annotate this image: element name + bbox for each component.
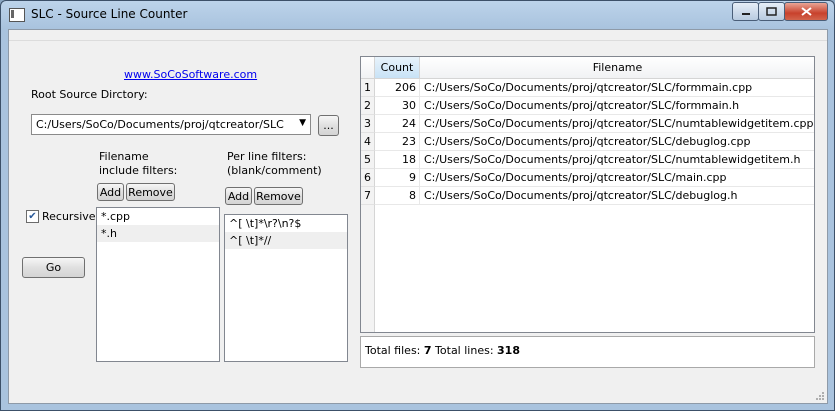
- line-add-button[interactable]: Add: [225, 187, 252, 205]
- row-header-area: [361, 205, 375, 332]
- minimize-icon: [741, 12, 750, 15]
- column-header-count[interactable]: Count: [375, 57, 420, 79]
- line-filters-label-2: (blank/comment): [227, 164, 322, 177]
- count-cell[interactable]: 8: [375, 187, 420, 205]
- row-header[interactable]: 1: [361, 79, 375, 97]
- recursive-checkbox[interactable]: ✔: [26, 210, 39, 223]
- maximize-icon: [766, 7, 777, 16]
- root-dir-label: Root Source Dirctory:: [31, 88, 148, 101]
- row-header[interactable]: 7: [361, 187, 375, 205]
- client-area: www.SoCoSoftware.com Root Source Dirctor…: [8, 29, 828, 404]
- filename-filters-label-2: include filters:: [99, 164, 178, 177]
- root-dir-combobox[interactable]: C:/Users/SoCo/Documents/proj/qtcreator/S…: [31, 114, 311, 135]
- close-icon: [800, 7, 812, 16]
- count-cell[interactable]: 9: [375, 169, 420, 187]
- results-table-header: Count Filename: [361, 57, 814, 79]
- resize-grip-icon[interactable]: [815, 391, 825, 401]
- filename-add-button[interactable]: Add: [97, 183, 124, 201]
- minimize-button[interactable]: [732, 2, 759, 21]
- list-item[interactable]: *.cpp: [97, 208, 219, 225]
- app-window-icon: [9, 8, 25, 22]
- checkmark-icon: ✔: [28, 211, 37, 222]
- maximize-button[interactable]: [758, 2, 785, 21]
- line-filters-label-1: Per line filters:: [227, 150, 307, 163]
- browse-button[interactable]: ...: [318, 115, 339, 136]
- list-item[interactable]: ^[ \t]*//: [225, 232, 347, 249]
- recursive-label: Recursive: [42, 210, 96, 223]
- line-remove-button[interactable]: Remove: [254, 187, 303, 205]
- total-files-value: 7: [423, 344, 432, 357]
- count-cell[interactable]: 24: [375, 115, 420, 133]
- filename-remove-button[interactable]: Remove: [126, 183, 175, 201]
- close-button[interactable]: [784, 2, 828, 21]
- app-window: SLC - Source Line Counter www.SoCoSoftwa…: [0, 0, 835, 411]
- summary-box: Total files: 7 Total lines: 318: [360, 336, 815, 368]
- filename-filters-list[interactable]: *.cpp *.h: [96, 207, 220, 362]
- chevron-down-icon: ▼: [299, 118, 306, 128]
- row-header[interactable]: 3: [361, 115, 375, 133]
- count-cell[interactable]: 23: [375, 133, 420, 151]
- row-header[interactable]: 5: [361, 151, 375, 169]
- summary-text: Total files: 7 Total lines: 318: [365, 344, 520, 357]
- filename-cell[interactable]: C:/Users/SoCo/Documents/proj/qtcreator/S…: [420, 151, 814, 169]
- count-cell[interactable]: 30: [375, 97, 420, 115]
- total-lines-value: 318: [497, 344, 520, 357]
- total-lines-label: Total lines:: [435, 344, 494, 357]
- go-button[interactable]: Go: [22, 257, 85, 278]
- website-link[interactable]: www.SoCoSoftware.com: [124, 68, 257, 81]
- title-bar[interactable]: SLC - Source Line Counter: [1, 1, 834, 29]
- window-title: SLC - Source Line Counter: [31, 7, 188, 21]
- count-cell[interactable]: 18: [375, 151, 420, 169]
- list-item[interactable]: ^[ \t]*\r?\n?$: [225, 215, 347, 232]
- total-files-label: Total files:: [365, 344, 421, 357]
- results-table[interactable]: Count Filename 1 206 C:/Users/SoCo/Docum…: [360, 56, 815, 333]
- filename-filters-label-1: Filename: [99, 150, 149, 163]
- line-filters-list[interactable]: ^[ \t]*\r?\n?$ ^[ \t]*//: [224, 214, 348, 362]
- menu-bar: [9, 30, 827, 41]
- row-header[interactable]: 6: [361, 169, 375, 187]
- column-header-filename[interactable]: Filename: [420, 57, 814, 79]
- filename-cell[interactable]: C:/Users/SoCo/Documents/proj/qtcreator/S…: [420, 187, 814, 205]
- filename-cell[interactable]: C:/Users/SoCo/Documents/proj/qtcreator/S…: [420, 97, 814, 115]
- list-item[interactable]: *.h: [97, 225, 219, 242]
- filename-cell[interactable]: C:/Users/SoCo/Documents/proj/qtcreator/S…: [420, 115, 814, 133]
- count-cell[interactable]: 206: [375, 79, 420, 97]
- row-header[interactable]: 2: [361, 97, 375, 115]
- window-controls: [732, 2, 828, 21]
- filename-cell[interactable]: C:/Users/SoCo/Documents/proj/qtcreator/S…: [420, 169, 814, 187]
- filename-cell[interactable]: C:/Users/SoCo/Documents/proj/qtcreator/S…: [420, 79, 814, 97]
- root-dir-value: C:/Users/SoCo/Documents/proj/qtcreator/S…: [36, 118, 284, 131]
- row-header[interactable]: 4: [361, 133, 375, 151]
- corner-header[interactable]: [361, 57, 375, 79]
- filename-cell[interactable]: C:/Users/SoCo/Documents/proj/qtcreator/S…: [420, 133, 814, 151]
